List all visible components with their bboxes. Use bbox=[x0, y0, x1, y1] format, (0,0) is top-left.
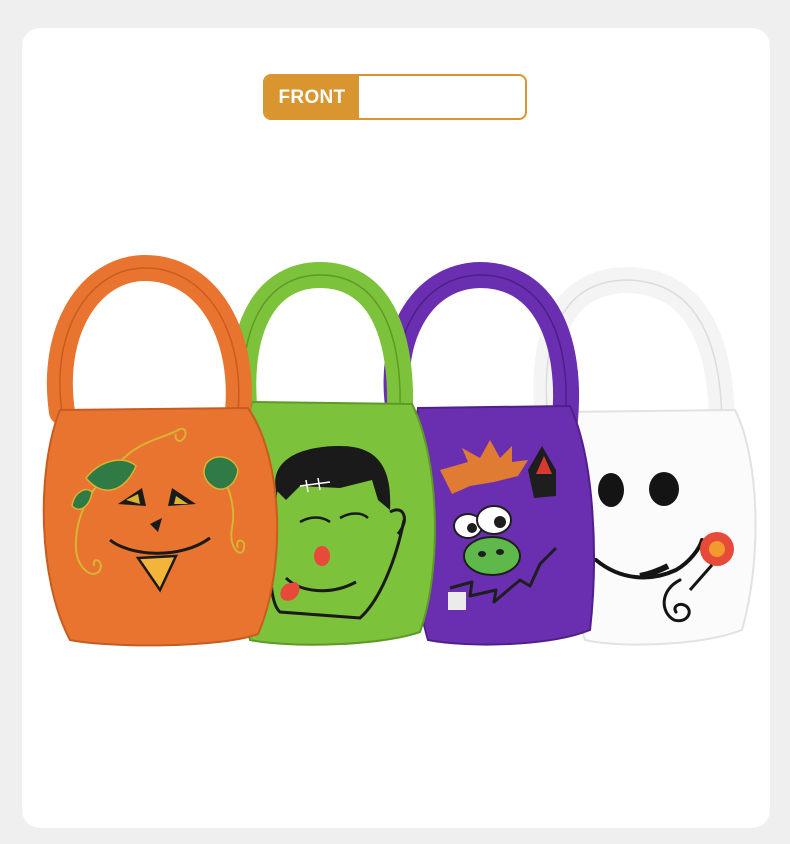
ghost-right-eye bbox=[649, 472, 679, 506]
orange-bag-body bbox=[42, 406, 279, 647]
monster-nose bbox=[463, 536, 521, 576]
monster-right-eye bbox=[476, 505, 512, 535]
product-photo bbox=[42, 254, 757, 647]
page: FRONT bbox=[0, 0, 790, 844]
green-bag-handle bbox=[230, 261, 414, 423]
ghost-left-eye bbox=[598, 473, 624, 507]
monster-tooth bbox=[448, 592, 466, 610]
orange-bag-handle bbox=[46, 254, 252, 425]
frankenstein-nose bbox=[314, 546, 330, 566]
